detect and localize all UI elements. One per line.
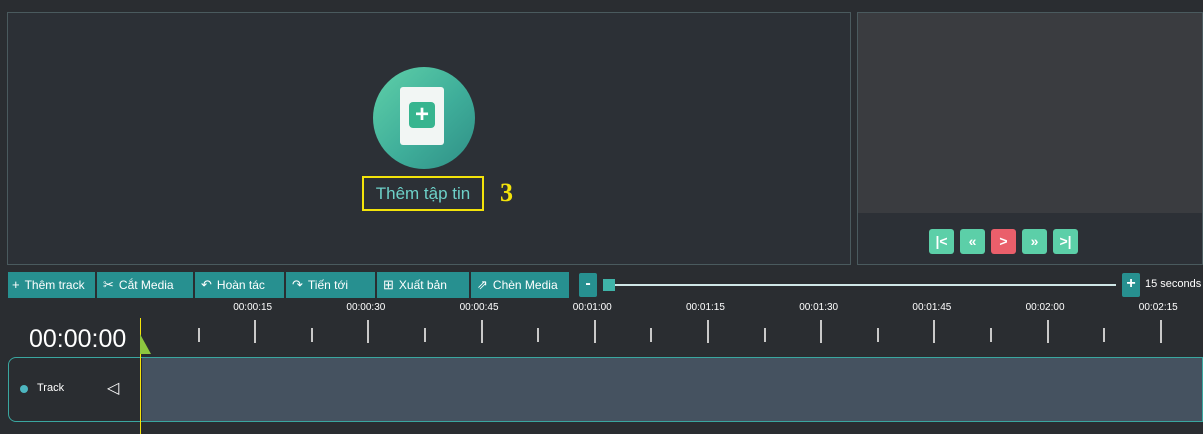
- speaker-icon[interactable]: ◁: [107, 378, 119, 398]
- ruler-label: 00:00:15: [233, 302, 273, 313]
- ruler-minor-tick: [763, 328, 766, 342]
- undo-button[interactable]: ↶ Hoàn tác: [195, 272, 284, 298]
- add-track-button[interactable]: + Thêm track: [8, 272, 95, 298]
- fast-forward-icon[interactable]: »: [1022, 229, 1047, 254]
- ruler-minor-tick: [876, 328, 879, 342]
- cut-media-label: Cắt Media: [118, 278, 174, 292]
- preview-screen: [858, 13, 1202, 213]
- ruler-major-tick: [254, 320, 257, 343]
- cut-media-button[interactable]: ✂ Cắt Media: [97, 272, 193, 298]
- document-icon: +: [400, 87, 444, 145]
- timecode-display: 00:00:00: [29, 325, 127, 353]
- zoom-slider-track[interactable]: [603, 284, 1116, 286]
- ruler-minor-tick: [650, 328, 653, 342]
- export-button[interactable]: ⊞ Xuất bản: [377, 272, 469, 298]
- play-icon[interactable]: >: [991, 229, 1016, 254]
- playhead-marker[interactable]: [140, 334, 151, 354]
- ruler-label: 00:00:30: [346, 302, 386, 313]
- track-name: Track: [37, 382, 65, 394]
- ruler-label: 00:02:00: [1025, 302, 1065, 313]
- add-file-button[interactable]: Thêm tập tin: [362, 176, 484, 211]
- ruler-label: 00:01:45: [912, 302, 952, 313]
- insert-media-label: Chèn Media: [492, 278, 558, 292]
- player-controls: |< « > » >|: [929, 229, 1078, 254]
- scissors-icon: ✂: [103, 277, 114, 292]
- preview-panel: |< « > » >|: [857, 12, 1203, 265]
- ruler-label: 00:01:30: [799, 302, 839, 313]
- redo-label: Tiến tới: [307, 278, 349, 292]
- skip-to-end-icon[interactable]: >|: [1053, 229, 1078, 254]
- timeline-toolbar: + Thêm track ✂ Cắt Media ↶ Hoàn tác ↷ Tiến t…: [8, 272, 569, 298]
- insert-media-button[interactable]: ⇗ Chèn Media: [471, 272, 569, 298]
- track-body[interactable]: [142, 358, 1202, 421]
- zoom-scale-label: 15 seconds: [1145, 278, 1202, 290]
- add-track-label: Thêm track: [24, 278, 85, 292]
- undo-label: Hoàn tác: [216, 278, 265, 292]
- ruler-major-tick: [593, 320, 596, 343]
- plus-icon: +: [12, 277, 20, 292]
- redo-button[interactable]: ↷ Tiến tới: [286, 272, 375, 298]
- ruler-label: 00:02:15: [1138, 302, 1178, 313]
- ruler-label: 00:00:45: [459, 302, 499, 313]
- ruler-minor-tick: [990, 328, 992, 342]
- zoom-in-button[interactable]: +: [1122, 273, 1140, 297]
- add-file-icon[interactable]: +: [373, 67, 475, 169]
- gift-icon: ⊞: [383, 277, 394, 292]
- ruler-major-tick: [707, 320, 709, 343]
- ruler-major-tick: [1159, 320, 1162, 343]
- zoom-slider-thumb[interactable]: [603, 279, 615, 291]
- ruler-minor-tick: [537, 328, 540, 342]
- ruler-label: 00:01:00: [572, 302, 612, 313]
- ruler-major-tick: [820, 320, 823, 343]
- ruler-major-tick: [933, 320, 936, 343]
- track-row[interactable]: Track ◁: [8, 357, 1203, 422]
- ruler-minor-tick: [197, 328, 200, 342]
- step-number: 3: [500, 178, 513, 207]
- ruler-major-tick: [480, 320, 483, 343]
- share-icon: ⇗: [477, 277, 488, 292]
- rewind-icon[interactable]: «: [960, 229, 985, 254]
- track-header: Track ◁: [9, 358, 141, 421]
- plus-icon: +: [409, 102, 435, 128]
- ruler-minor-tick: [424, 328, 426, 342]
- ruler-label: 00:01:15: [686, 302, 725, 313]
- export-label: Xuất bản: [398, 278, 447, 292]
- skip-to-start-icon[interactable]: |<: [929, 229, 954, 254]
- ruler-major-tick: [367, 320, 370, 343]
- ruler-minor-tick: [1103, 328, 1106, 342]
- zoom-out-button[interactable]: -: [579, 273, 597, 297]
- redo-icon: ↷: [292, 277, 303, 292]
- ruler-major-tick: [1046, 320, 1049, 343]
- ruler-minor-tick: [310, 328, 313, 342]
- undo-icon: ↶: [201, 277, 212, 292]
- track-dot-icon: [20, 385, 28, 393]
